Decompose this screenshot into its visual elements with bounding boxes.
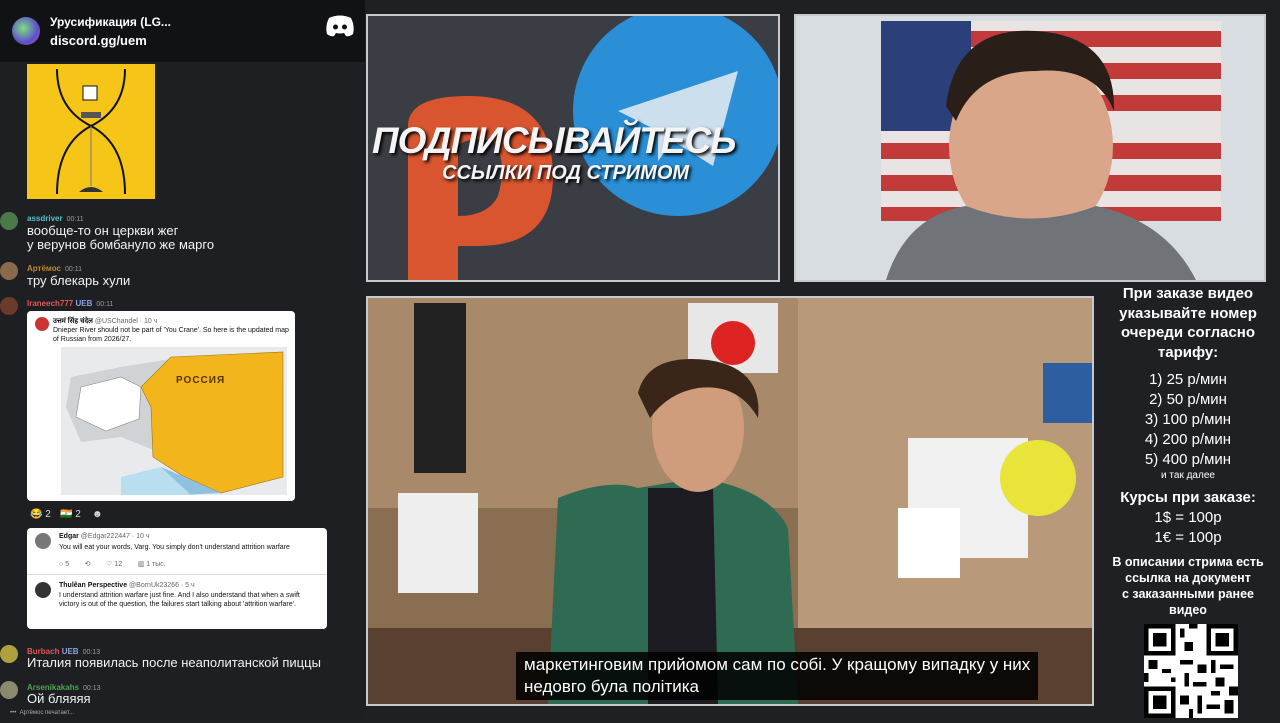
discord-chat-overlay: Урусификация (LG... discord.gg/uem assdr… bbox=[0, 0, 365, 720]
promo-banner: ПОДПИСЫВАЙТЕСЬ ССЫЛКИ ПОД СТРИМОМ bbox=[366, 14, 780, 282]
avatar bbox=[0, 681, 18, 699]
chat-message: assdriver 00:11 вообще-то он церкви жег у… bbox=[0, 212, 360, 252]
tweet-text: Dnieper River should not be part of 'You… bbox=[53, 327, 289, 343]
price-etc: и так далее bbox=[1161, 470, 1215, 481]
video-subtitles: маркетинговим прийомом сам по собі. У кр… bbox=[516, 652, 1039, 700]
message-text: у верунов бомбануло же марго bbox=[27, 237, 215, 252]
info-heading: При заказе видео указывайте номер очеред… bbox=[1119, 285, 1257, 361]
message-text: Ой бляяяя bbox=[27, 691, 91, 706]
video-player[interactable] bbox=[366, 296, 1094, 706]
tweet-handle: @USChandel · 10 ч bbox=[94, 318, 158, 325]
tweet-handle: @BornUk23266 · 5 ч bbox=[129, 582, 195, 589]
map-label: РОССИЯ bbox=[176, 375, 226, 386]
message-text: вообще-то он церкви жег bbox=[27, 223, 179, 238]
tweet-embed[interactable]: Edgar @Edgar222447 · 10 ч You will eat y… bbox=[27, 528, 327, 629]
tweet-author: उत्तमं सिंह चंदेल bbox=[53, 318, 93, 325]
tweet-embed[interactable]: उत्तमं सिंह चंदेल @USChandel · 10 ч Dnie… bbox=[27, 311, 295, 501]
username[interactable]: assdriver 00:11 bbox=[27, 214, 84, 223]
message-text: тру блекарь хули bbox=[27, 273, 131, 288]
chat-message: Iraneech777 UEB 00:11 bbox=[0, 297, 360, 315]
price-list: 1) 25 р/мин 2) 50 р/мин 3) 100 р/мин 4) … bbox=[1144, 371, 1232, 468]
timestamp: 00:11 bbox=[64, 266, 82, 273]
avatar bbox=[0, 262, 18, 280]
discord-icon bbox=[326, 15, 354, 37]
timestamp: 00:11 bbox=[96, 301, 114, 308]
tweet-handle: @Edgar222447 · 10 ч bbox=[80, 533, 150, 540]
reaction-flag[interactable]: 🇮🇳 2 bbox=[60, 509, 81, 520]
add-reaction-icon[interactable]: ☻ bbox=[92, 509, 103, 520]
chat-message: Burbach UEB 00:13 Италия появилась после … bbox=[0, 645, 360, 673]
qr-code bbox=[1144, 624, 1238, 718]
tweet-author: Thulêan Perspective bbox=[59, 582, 128, 589]
reaction-laugh[interactable]: 😂 2 bbox=[30, 509, 51, 520]
avatar bbox=[35, 582, 51, 598]
discord-header: Урусификация (LG... discord.gg/uem bbox=[0, 0, 365, 62]
promo-title: ПОДПИСЫВАЙТЕСЬ bbox=[372, 120, 736, 161]
avatar bbox=[0, 297, 18, 315]
typing-indicator: ••• Артёмос печатает... bbox=[10, 710, 75, 716]
description-note: В описании стрима есть ссылка на докумен… bbox=[1112, 555, 1264, 617]
rates: Курсы при заказе: 1$ = 100р 1€ = 100р bbox=[1120, 489, 1256, 546]
map-image: РОССИЯ bbox=[61, 347, 287, 495]
tweet-text: You will eat your words, Varg. You simpl… bbox=[59, 544, 290, 551]
tweet-stats: ○ 5 ⟲ ♡ 12 ▥ 1 тыс. bbox=[59, 561, 166, 568]
server-invite[interactable]: discord.gg/uem bbox=[50, 33, 171, 48]
order-info-panel: При заказе видео указывайте номер очеред… bbox=[1100, 284, 1276, 618]
server-icon bbox=[12, 17, 40, 45]
webcam-feed bbox=[794, 14, 1266, 282]
chat-message: Артёмос 00:11 тру блекарь хули bbox=[0, 262, 360, 290]
message-text: Италия появилась после неаполитанской пи… bbox=[27, 655, 321, 670]
timestamp: 00:11 bbox=[66, 216, 84, 223]
avatar bbox=[0, 212, 18, 230]
hourglass-image bbox=[27, 64, 155, 199]
tweet-author: Edgar bbox=[59, 533, 79, 540]
username[interactable]: Iraneech777 UEB 00:11 bbox=[27, 299, 113, 308]
badge: UEB bbox=[75, 299, 93, 308]
avatar bbox=[35, 317, 49, 331]
chat-message: Arsenikakahs 00:13 Ой бляяяя bbox=[0, 681, 360, 709]
tweet-text: I understand attrition warfare just fine… bbox=[59, 592, 300, 608]
promo-subtitle: ССЫЛКИ ПОД СТРИМОМ bbox=[442, 162, 690, 184]
avatar bbox=[35, 533, 51, 549]
avatar bbox=[0, 645, 18, 663]
server-name: Урусификация (LG... bbox=[50, 14, 171, 29]
username[interactable]: Артёмос 00:11 bbox=[27, 264, 82, 273]
